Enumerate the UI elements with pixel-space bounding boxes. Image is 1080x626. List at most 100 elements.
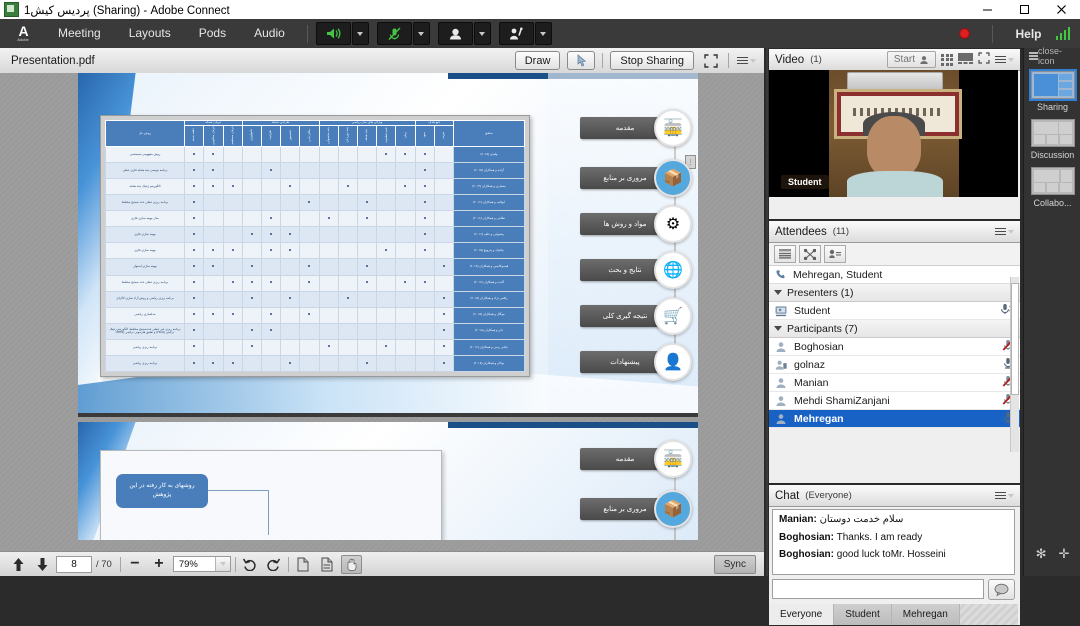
wrench-icon[interactable]: ✻ [1036,546,1047,562]
table-cell-mark [376,210,397,228]
table-cell-mark [222,306,243,324]
menu-audio[interactable]: Audio [240,19,299,48]
plus-icon[interactable]: ✛ [1059,546,1070,562]
table-cell-mark [183,290,205,308]
attendee-row[interactable]: Student [769,302,1020,320]
menu-divider-2 [992,24,994,43]
fullscreen-icon[interactable] [701,52,721,69]
host-row[interactable]: Mehregan, Student [769,266,1020,284]
table-cell-mark [222,354,243,373]
window-titlebar: پردیس کیش1 (Sharing) - Adobe Connect [0,0,1080,19]
list-view-icon[interactable] [774,245,796,263]
sync-button[interactable]: Sync [713,554,756,574]
pointer-icon[interactable] [567,51,596,70]
start-webcam-label: Start [893,54,915,65]
table-cell-mark [203,258,224,276]
speaker-dropdown[interactable] [351,22,369,45]
webcam-dropdown[interactable] [473,22,491,45]
minimize-button[interactable] [969,0,1006,19]
raise-hand-button[interactable] [498,22,534,45]
table-cell-mark [433,306,455,324]
help-link[interactable]: Help [1015,27,1041,41]
chat-send-icon[interactable] [988,578,1015,600]
video-pod-title: Video [775,53,805,66]
table-cell-method: بهینه سازی فازی [105,226,185,244]
attendees-pod-menu-icon[interactable] [995,227,1014,236]
speaker-button[interactable] [315,22,351,45]
slide-top-accent-2 [448,422,698,428]
maximize-button[interactable] [1006,0,1043,19]
layouts-menu-icon[interactable] [1029,52,1038,60]
close-icon[interactable]: close-icon [1038,46,1076,66]
raise-hand-dropdown[interactable] [534,22,552,45]
table-cell-mark [337,146,358,164]
attendee-group-header[interactable]: Presenters (1) [769,284,1020,302]
attendee-row[interactable]: golnaz [769,356,1020,374]
table-cell-mark [337,258,358,276]
attendee-row[interactable]: Mehregan [769,410,1020,428]
recording-indicator-icon[interactable] [959,28,971,39]
adobe-logo-letter: A [18,22,28,39]
menu-meeting[interactable]: Meeting [44,19,115,48]
attendee-row[interactable]: Boghosian [769,338,1020,356]
breakout-view-icon[interactable] [799,245,821,263]
stop-sharing-button[interactable]: Stop Sharing [610,51,694,70]
share-pod-menu-icon[interactable] [736,52,756,69]
start-webcam-button[interactable]: Start [886,51,936,68]
layout-sharing[interactable]: Sharing [1028,69,1077,112]
single-view-icon[interactable] [958,51,973,69]
page-up-icon[interactable] [8,554,28,574]
microphone-dropdown[interactable] [412,22,430,45]
table-cell-mark [203,322,224,340]
table-cell-mark [414,210,435,228]
chat-message-text: Thanks. I am ready [836,531,923,543]
chat-input[interactable] [772,579,984,599]
close-button[interactable] [1043,0,1080,19]
share-pod-header: Presentation.pdf Draw Stop Sharing [0,48,764,74]
video-stream[interactable]: Student [769,70,1018,197]
page-number-input[interactable]: 8 [56,555,92,573]
chat-tab[interactable]: Everyone [769,604,835,625]
menu-pods[interactable]: Pods [185,19,240,48]
video-fullscreen-icon[interactable] [978,51,990,69]
table-cell-mark [241,242,262,260]
table-cell-mark [395,354,416,373]
connection-status-icon[interactable] [1055,27,1070,40]
webcam-button[interactable] [437,22,473,45]
chat-tab[interactable]: Mehregan [891,604,960,625]
zoom-in-button[interactable]: + [149,554,169,574]
attendees-count: (11) [832,226,849,237]
share-pod-content[interactable]: محقق تابع هدف ویژگی های مدل ریاضی طراحی … [0,73,764,551]
table-cell-mark [222,290,243,308]
fit-page-icon[interactable] [293,554,313,574]
attendee-group-header[interactable]: Participants (7) [769,320,1020,338]
redo-icon[interactable] [264,554,284,574]
nav-chip-suggestions: پیشنهادات 👤 [580,343,692,381]
draw-button[interactable]: Draw [514,51,561,70]
chat-messages[interactable]: Manian: سلام خدمت دوستان Boghosian: Thank… [772,509,1015,575]
table-cell-mark [203,194,224,212]
page-down-icon[interactable] [32,554,52,574]
attendees-scrollbar[interactable] [1010,277,1019,452]
table-cell-researcher: غیاثی رسی و همکاران (۲۰۱۶) [453,338,525,356]
attendee-row[interactable]: Mehdi ShamiZanjani [769,392,1020,410]
grid-view-icon[interactable] [941,53,953,66]
chat-tab[interactable]: Student [834,604,892,625]
chat-pod-menu-icon[interactable] [995,491,1014,500]
microphone-button[interactable] [376,22,412,45]
table-cell-method: مدلسازی ریاضی [105,306,185,324]
attendee-row[interactable]: Manian [769,374,1020,392]
table-cell-mark [299,354,320,373]
menu-layouts[interactable]: Layouts [115,19,185,48]
zoom-level-select[interactable]: 79% [172,556,231,572]
layout-collaboration[interactable]: Collabo... [1030,167,1075,208]
video-pod-menu-icon[interactable] [995,55,1014,64]
name-sort-icon[interactable] [824,245,846,263]
fit-width-icon[interactable] [317,554,337,574]
zoom-out-button[interactable]: − [125,554,145,574]
attendees-pod-header: Attendees (11) [769,221,1020,243]
undo-icon[interactable] [240,554,260,574]
webcam-image [828,70,959,197]
layout-discussion[interactable]: Discussion [1030,119,1075,160]
hand-tool-icon[interactable] [340,554,362,574]
